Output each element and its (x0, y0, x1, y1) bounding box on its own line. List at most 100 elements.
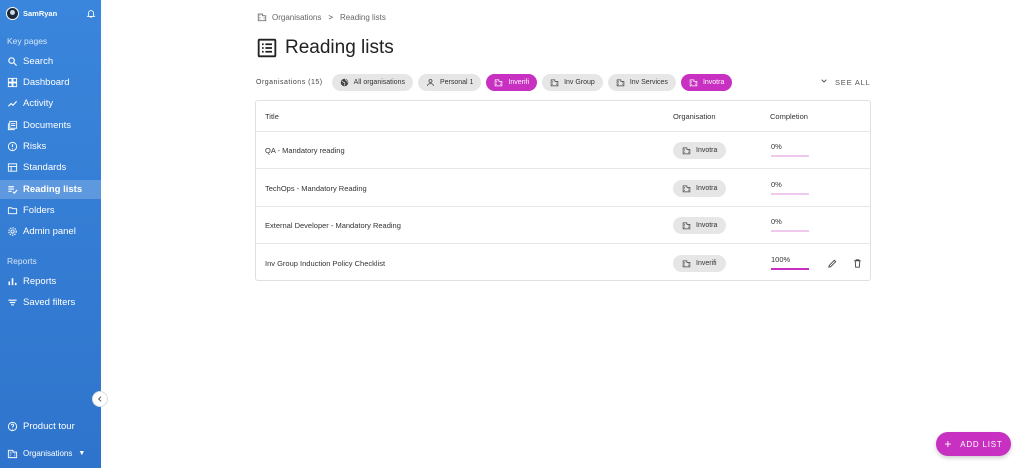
sidebar-item-dashboard[interactable]: Dashboard (0, 73, 101, 92)
sidebar-item-label: Activity (23, 98, 54, 109)
row-title[interactable]: QA - Mandatory reading (265, 146, 345, 155)
filter-chip-invotra[interactable]: Invotra (680, 74, 733, 91)
filter-chip-all-organisations[interactable]: All organisations (331, 74, 413, 91)
documents-icon (7, 120, 18, 131)
sidebar-item-label: Risks (23, 141, 47, 152)
chip-label: Inverifi (508, 79, 530, 86)
organisation-label: Invotra (696, 184, 718, 192)
user-menu[interactable]: SamRyan (6, 6, 96, 20)
chip-label: Invotra (702, 79, 725, 86)
bell-icon[interactable] (85, 7, 96, 19)
chip-label: All organisations (353, 79, 405, 86)
edit-icon[interactable] (827, 258, 838, 269)
sidebar-item-product-tour[interactable]: Product tour (0, 417, 101, 436)
organisation-chip: Invotra (673, 179, 727, 197)
sidebar-item-activity[interactable]: Activity (0, 94, 101, 113)
table-row[interactable]: Inv Group Induction Policy Checklist Inve… (256, 245, 870, 282)
see-all-button[interactable]: SEE ALL (820, 77, 871, 87)
column-header-title[interactable]: Title (265, 112, 279, 121)
table-row[interactable]: TechOps - Mandatory Reading Invotra 0% (256, 170, 870, 207)
sidebar-item-label: Admin panel (23, 226, 76, 237)
organisations-label: Organisations (23, 448, 73, 458)
filter-chip-inv-group[interactable]: Inv Group (542, 74, 603, 91)
completion-progress: 100% (771, 255, 809, 270)
building-icon (494, 78, 503, 87)
sidebar-item-standards[interactable]: Standards (0, 158, 101, 177)
building-icon (7, 448, 18, 459)
filter-chip-inverifi[interactable]: Inverifi (486, 74, 538, 91)
completion-progress: 0% (771, 180, 809, 195)
sidebar-item-label: Product tour (23, 421, 75, 432)
bar-chart-icon (7, 276, 18, 287)
sidebar-item-label: Documents (23, 120, 72, 131)
sidebar-item-risks[interactable]: Risks (0, 137, 101, 156)
section-reports: Reports (7, 256, 37, 266)
organisation-label: Inverifi (696, 259, 717, 267)
progress-bar (771, 192, 809, 195)
chevron-right-icon: > (328, 12, 334, 22)
organisations-switcher[interactable]: Organisations ▼ (0, 444, 101, 462)
row-title[interactable]: External Developer - Mandatory Reading (265, 221, 401, 230)
globe-icon (340, 78, 349, 87)
search-icon (7, 56, 18, 67)
filter-chip-inv-services[interactable]: Inv Services (607, 74, 676, 91)
row-title[interactable]: TechOps - Mandatory Reading (265, 184, 367, 193)
sidebar-item-folders[interactable]: Folders (0, 201, 101, 220)
progress-bar-fill (771, 267, 809, 270)
breadcrumb: Organisations > Reading lists (257, 12, 386, 22)
sidebar-item-documents[interactable]: Documents (0, 116, 101, 135)
standards-icon (7, 162, 18, 173)
column-header-organisation[interactable]: Organisation (673, 112, 716, 121)
table-row[interactable]: External Developer - Mandatory Reading In… (256, 207, 870, 244)
delete-icon[interactable] (852, 258, 863, 269)
sidebar-item-label: Saved filters (23, 297, 76, 308)
avatar[interactable] (6, 6, 19, 20)
sidebar-item-saved-filters[interactable]: Saved filters (0, 293, 101, 312)
gear-icon (7, 226, 18, 237)
row-title[interactable]: Inv Group Induction Policy Checklist (265, 259, 385, 268)
table-header: Title Organisation Completion (256, 101, 870, 132)
dashboard-icon (7, 77, 18, 88)
sidebar-item-reading-lists[interactable]: Reading lists (0, 180, 101, 199)
filter-chip-personal-1[interactable]: Personal 1 (417, 74, 482, 91)
progress-bar (771, 230, 809, 232)
sidebar-item-label: Search (23, 56, 54, 67)
building-icon (682, 184, 691, 193)
page-title: Reading lists (257, 37, 394, 59)
sidebar-item-label: Reading lists (23, 184, 83, 195)
completion-percent: 0% (771, 142, 782, 151)
building-icon (682, 221, 691, 230)
organisation-chip: Invotra (673, 217, 727, 234)
completion-percent: 0% (771, 217, 782, 226)
completion-percent: 0% (771, 179, 782, 189)
organisation-label: Invotra (696, 147, 718, 154)
sidebar-item-search[interactable]: Search (0, 52, 101, 71)
see-all-label: SEE ALL (835, 77, 871, 87)
breadcrumb-current: Reading lists (340, 12, 386, 22)
chip-label: Personal 1 (439, 79, 474, 86)
sidebar-item-admin-panel[interactable]: Admin panel (0, 222, 101, 241)
building-icon (257, 12, 267, 22)
reading-list-icon (7, 184, 18, 195)
add-list-button[interactable]: + ADD LIST (936, 432, 1011, 456)
building-icon (682, 146, 691, 155)
section-key-pages: Key pages (7, 36, 48, 46)
caret-down-icon: ▼ (78, 449, 86, 457)
sidebar-item-reports[interactable]: Reports (0, 272, 101, 291)
folder-icon (7, 205, 18, 216)
table-row[interactable]: QA - Mandatory reading Invotra 0% (256, 132, 870, 169)
building-icon (550, 78, 559, 87)
organisation-label: Invotra (696, 222, 718, 229)
help-icon (7, 421, 18, 432)
user-name[interactable]: SamRyan (23, 9, 85, 18)
progress-bar (771, 155, 809, 157)
collapse-sidebar-button[interactable] (92, 391, 108, 407)
breadcrumb-root[interactable]: Organisations (272, 13, 321, 22)
sidebar-item-label: Standards (23, 162, 67, 173)
organisation-chip: Invotra (673, 142, 727, 159)
sidebar-item-label: Dashboard (23, 77, 70, 88)
column-header-completion[interactable]: Completion (770, 112, 808, 121)
filter-label: Organisations (15) (256, 79, 323, 86)
plus-icon: + (944, 437, 953, 451)
reading-lists-table: Title Organisation Completion QA - Manda… (255, 100, 871, 281)
